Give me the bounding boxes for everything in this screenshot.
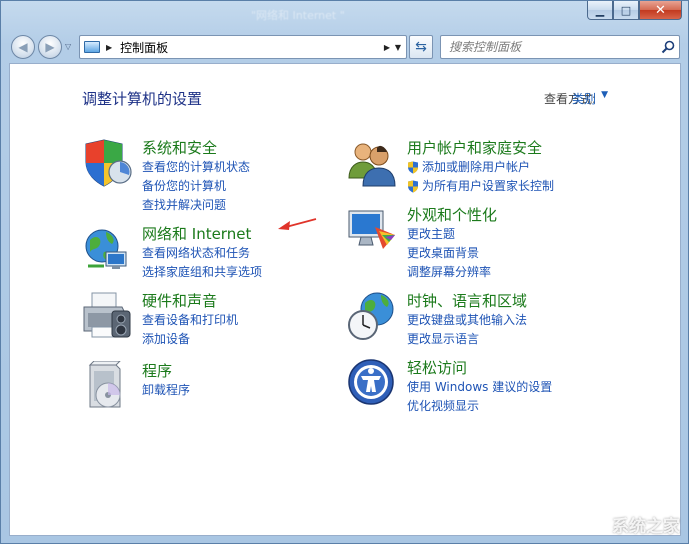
- minimize-button[interactable]: ▁: [587, 1, 613, 20]
- navigation-bar: ◀ ▶ ▽ ▶ 控制面板 ▶ ▼ ⇆: [1, 31, 688, 61]
- link-change-theme[interactable]: 更改主题: [407, 225, 497, 244]
- control-panel-icon: [84, 41, 100, 53]
- link-parental-controls-label: 为所有用户设置家长控制: [422, 179, 555, 193]
- caption-buttons: ▁ □ ✕: [587, 1, 682, 20]
- watermark-text: 系统之家: [612, 517, 680, 537]
- refresh-button[interactable]: ⇆: [409, 35, 433, 59]
- maximize-icon: □: [620, 3, 632, 17]
- link-view-network-status[interactable]: 查看网络状态和任务: [142, 244, 262, 263]
- address-bar[interactable]: ▶ 控制面板 ▶ ▼: [79, 35, 407, 59]
- link-add-device[interactable]: 添加设备: [142, 330, 238, 349]
- window-title: "网络和 Internet ": [251, 9, 345, 22]
- content-area: 调整计算机的设置 查看方式: 类别 ▼ 系统和安全 查看您的计算机状态 备份您的…: [9, 63, 681, 536]
- printer-icon[interactable]: [82, 291, 132, 341]
- link-parental-controls[interactable]: 为所有用户设置家长控制: [407, 177, 554, 196]
- view-by-chevron-icon[interactable]: ▼: [601, 90, 608, 100]
- category-title-system-security[interactable]: 系统和安全: [142, 138, 250, 158]
- search-box: [440, 35, 680, 59]
- link-change-keyboard-input[interactable]: 更改键盘或其他输入法: [407, 311, 527, 330]
- forward-button[interactable]: ▶: [38, 35, 62, 59]
- category-title-programs[interactable]: 程序: [142, 361, 190, 381]
- recent-pages-chevron-icon[interactable]: ▽: [65, 42, 71, 51]
- category-title-clock-language-region[interactable]: 时钟、语言和区域: [407, 291, 527, 311]
- category-title-network-internet[interactable]: 网络和 Internet: [142, 224, 262, 244]
- clock-globe-icon[interactable]: [347, 291, 397, 341]
- control-panel-window: "网络和 Internet " ▁ □ ✕ ◀ ▶ ▽ ▶ 控制面板 ▶ ▼ ⇆…: [0, 0, 689, 544]
- address-dropdown-icon[interactable]: ▼: [390, 43, 406, 52]
- forward-arrow-icon: ▶: [45, 40, 55, 54]
- link-backup-computer[interactable]: 备份您的计算机: [142, 177, 250, 196]
- back-arrow-icon: ◀: [18, 40, 28, 54]
- view-by-value: 类别: [571, 92, 596, 106]
- title-bar[interactable]: "网络和 Internet " ▁ □ ✕: [1, 1, 688, 29]
- maximize-button[interactable]: □: [613, 1, 639, 20]
- breadcrumb-arrow-icon[interactable]: ▶: [106, 43, 112, 52]
- appearance-monitor-icon[interactable]: [347, 205, 397, 255]
- category-title-ease-of-access[interactable]: 轻松访问: [407, 358, 552, 378]
- link-view-computer-status[interactable]: 查看您的计算机状态: [142, 158, 250, 177]
- watermark-logo: 系统之家: [612, 512, 680, 537]
- category-title-appearance[interactable]: 外观和个性化: [407, 205, 497, 225]
- page-title: 调整计算机的设置: [82, 90, 203, 108]
- link-homegroup-sharing[interactable]: 选择家庭组和共享选项: [142, 263, 262, 282]
- annotation-arrow-icon: [278, 218, 317, 230]
- ease-of-access-icon[interactable]: [347, 358, 397, 408]
- refresh-icon: ⇆: [415, 39, 427, 55]
- minimize-icon: ▁: [595, 3, 605, 17]
- close-icon: ✕: [655, 2, 666, 18]
- link-view-devices-printers[interactable]: 查看设备和打印机: [142, 311, 238, 330]
- category-title-user-accounts[interactable]: 用户帐户和家庭安全: [407, 138, 554, 158]
- back-button[interactable]: ◀: [11, 35, 35, 59]
- link-optimize-visual-display[interactable]: 优化视频显示: [407, 397, 552, 416]
- uac-shield-icon: [408, 180, 418, 193]
- category-title-hardware-sound[interactable]: 硬件和声音: [142, 291, 238, 311]
- system-security-shield-icon[interactable]: [82, 138, 132, 188]
- network-globe-icon[interactable]: [82, 224, 132, 274]
- link-add-remove-accounts[interactable]: 添加或删除用户帐户: [407, 158, 554, 177]
- link-adjust-resolution[interactable]: 调整屏幕分辨率: [407, 263, 497, 282]
- close-button[interactable]: ✕: [639, 1, 682, 20]
- breadcrumb-control-panel[interactable]: 控制面板: [120, 39, 378, 56]
- link-add-remove-accounts-label: 添加或删除用户帐户: [422, 160, 531, 174]
- search-icon[interactable]: [657, 40, 679, 54]
- link-uninstall-program[interactable]: 卸载程序: [142, 381, 190, 400]
- link-change-display-language[interactable]: 更改显示语言: [407, 330, 527, 349]
- search-input[interactable]: [441, 40, 657, 54]
- link-use-windows-recommended[interactable]: 使用 Windows 建议的设置: [407, 378, 552, 397]
- link-change-desktop-background[interactable]: 更改桌面背景: [407, 244, 497, 263]
- user-accounts-icon[interactable]: [347, 138, 397, 188]
- programs-box-icon[interactable]: [82, 360, 132, 411]
- view-by-dropdown[interactable]: 类别: [572, 90, 596, 107]
- link-troubleshoot[interactable]: 查找并解决问题: [142, 196, 250, 215]
- uac-shield-icon: [408, 161, 418, 174]
